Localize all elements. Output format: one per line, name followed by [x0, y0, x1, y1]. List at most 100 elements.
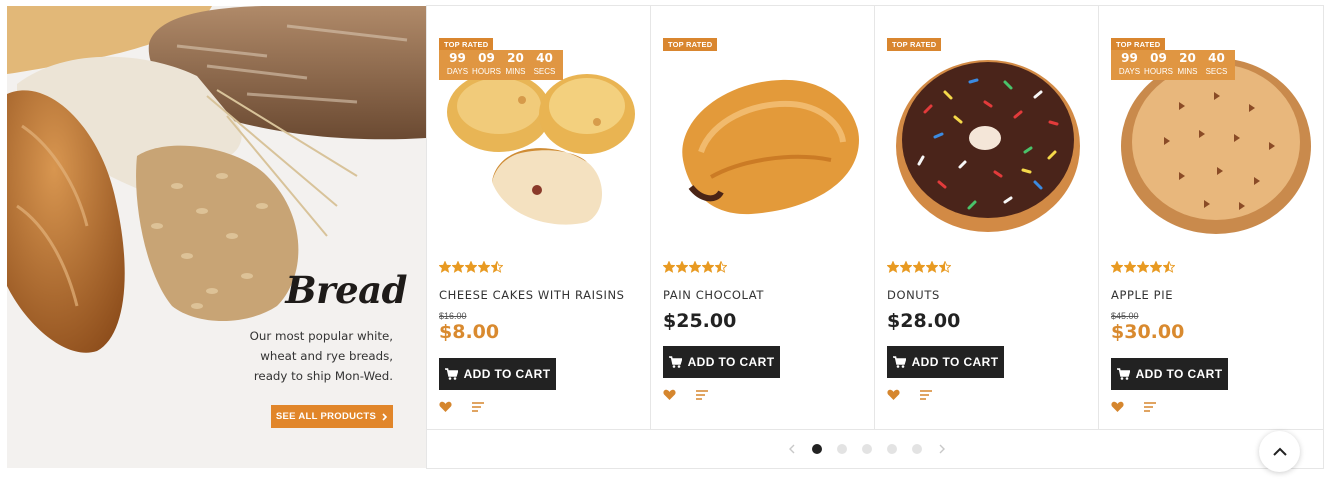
star-icon: [939, 261, 951, 273]
heart-icon[interactable]: [663, 389, 676, 401]
sale-price: $30.00: [1111, 321, 1185, 343]
star-icon: [676, 261, 688, 273]
product-actions: [887, 389, 933, 401]
compare-icon[interactable]: [696, 389, 709, 401]
star-icon: [900, 261, 912, 273]
heart-icon[interactable]: [439, 401, 452, 413]
chevron-right-icon[interactable]: [937, 444, 947, 454]
pain-chocolat-image[interactable]: [661, 42, 867, 236]
add-to-cart-button[interactable]: ADD TO CART: [1111, 358, 1228, 390]
chevron-left-icon[interactable]: [787, 444, 797, 454]
chevron-right-icon: [382, 412, 388, 421]
countdown-value: 40: [536, 51, 553, 65]
add-to-cart-label: ADD TO CART: [1135, 367, 1223, 381]
countdown-days: 99 DAYS: [1115, 51, 1144, 80]
carousel-dot[interactable]: [862, 444, 872, 454]
carousel-dot[interactable]: [812, 444, 822, 454]
top-rated-badge: TOP RATED: [887, 38, 942, 51]
star-icon: [439, 261, 451, 273]
countdown-value: 20: [507, 51, 524, 65]
product-actions: [439, 401, 485, 413]
heart-icon[interactable]: [887, 389, 900, 401]
star-rating: [663, 261, 727, 273]
product-card[interactable]: TOP RATED 99 DAYS 09 HOURS 20 MINS 40 SE…: [427, 6, 651, 429]
star-rating: [439, 261, 503, 273]
compare-icon[interactable]: [472, 401, 485, 413]
star-icon: [913, 261, 925, 273]
chevron-up-icon: [1272, 447, 1287, 456]
scroll-to-top-button[interactable]: [1259, 431, 1300, 472]
carousel-dot[interactable]: [837, 444, 847, 454]
star-icon: [689, 261, 701, 273]
carousel-dot[interactable]: [912, 444, 922, 454]
banner-description: Our most popular white, wheat and rye br…: [227, 326, 393, 386]
countdown-label: DAYS: [1118, 67, 1141, 76]
carousel-dot[interactable]: [887, 444, 897, 454]
product-actions: [1111, 401, 1157, 413]
donut-image[interactable]: [885, 42, 1091, 236]
countdown-value: 99: [1121, 51, 1138, 65]
carousel-pagination: [787, 444, 947, 454]
compare-icon[interactable]: [920, 389, 933, 401]
carousel-dots: [812, 444, 922, 454]
compare-icon[interactable]: [1144, 401, 1157, 413]
cart-icon: [668, 356, 682, 368]
countdown-label: DAYS: [446, 67, 469, 76]
cart-icon: [444, 368, 458, 380]
sale-price: $8.00: [439, 321, 500, 343]
product-name[interactable]: APPLE PIE: [1111, 288, 1173, 302]
countdown-value: 99: [449, 51, 466, 65]
product-card[interactable]: TOP RATED 99 DAYS 09 HOURS 20 MINS 40 SE…: [1099, 6, 1323, 429]
add-to-cart-label: ADD TO CART: [463, 367, 551, 381]
product-price: $28.00: [887, 310, 961, 332]
countdown-mins: 20 MINS: [501, 51, 530, 80]
add-to-cart-button[interactable]: ADD TO CART: [887, 346, 1004, 378]
see-all-products-button[interactable]: SEE ALL PRODUCTS: [271, 405, 393, 428]
countdown-label: SECS: [533, 67, 556, 76]
product-actions: [663, 389, 709, 401]
star-icon: [663, 261, 675, 273]
product-name[interactable]: DONUTS: [887, 288, 940, 302]
star-icon: [926, 261, 938, 273]
star-rating: [1111, 261, 1175, 273]
countdown-timer: 99 DAYS 09 HOURS 20 MINS 40 SECS: [1111, 50, 1235, 80]
product-card[interactable]: TOP RATED PAIN CHOCOLAT $25.00 ADD TO CA…: [651, 6, 875, 429]
star-icon: [702, 261, 714, 273]
star-icon: [452, 261, 464, 273]
bread-banner-image: [7, 6, 426, 468]
product-name[interactable]: PAIN CHOCOLAT: [663, 288, 764, 302]
add-to-cart-button[interactable]: ADD TO CART: [663, 346, 780, 378]
heart-icon[interactable]: [1111, 401, 1124, 413]
product-card[interactable]: TOP RATED DONUTS $28.00 ADD TO CART: [875, 6, 1099, 429]
star-icon: [1111, 261, 1123, 273]
bread-promo-banner: Bread Our most popular white, wheat and …: [7, 6, 426, 468]
see-all-products-label: SEE ALL PRODUCTS: [275, 411, 377, 422]
countdown-value: 09: [1150, 51, 1167, 65]
star-icon: [491, 261, 503, 273]
product-carousel: TOP RATED 99 DAYS 09 HOURS 20 MINS 40 SE…: [426, 5, 1324, 469]
countdown-label: SECS: [1205, 67, 1228, 76]
product-price: $25.00: [663, 310, 737, 332]
banner-title: Bread: [285, 268, 407, 312]
countdown-mins: 20 MINS: [1173, 51, 1202, 80]
countdown-value: 09: [478, 51, 495, 65]
banner-description-line: ready to ship Mon-Wed.: [253, 369, 393, 383]
star-icon: [1150, 261, 1162, 273]
star-icon: [887, 261, 899, 273]
top-rated-badge: TOP RATED: [663, 38, 718, 51]
countdown-hours: 09 HOURS: [472, 51, 501, 80]
add-to-cart-button[interactable]: ADD TO CART: [439, 358, 556, 390]
star-icon: [1124, 261, 1136, 273]
add-to-cart-label: ADD TO CART: [911, 355, 999, 369]
banner-description-line: Our most popular white,: [249, 329, 393, 343]
countdown-value: 40: [1208, 51, 1225, 65]
product-list: TOP RATED 99 DAYS 09 HOURS 20 MINS 40 SE…: [427, 6, 1323, 429]
carousel-navigation: [427, 429, 1323, 468]
countdown-secs: 40 SECS: [530, 51, 559, 80]
countdown-hours: 09 HOURS: [1144, 51, 1173, 80]
countdown-label: MINS: [1177, 67, 1198, 76]
countdown-label: HOURS: [1144, 67, 1173, 76]
countdown-label: HOURS: [472, 67, 501, 76]
product-name[interactable]: CHEESE CAKES WITH RAISINS: [439, 288, 625, 302]
countdown-days: 99 DAYS: [443, 51, 472, 80]
